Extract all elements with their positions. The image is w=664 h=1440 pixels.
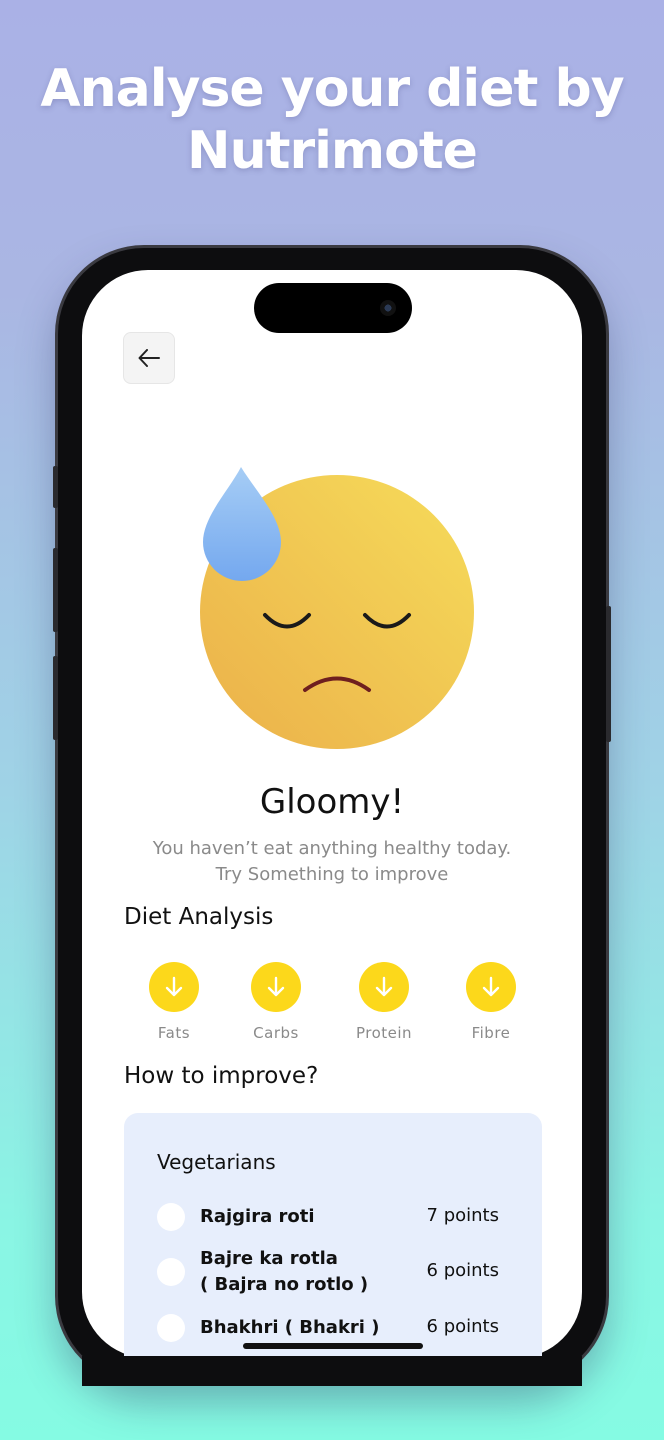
food-item-rajgira-roti[interactable]: Rajgira roti 7 points (157, 1202, 507, 1232)
phone-side-button (53, 548, 58, 632)
camera-icon (380, 300, 396, 316)
phone-side-button (53, 656, 58, 740)
nutrient-label: Fibre (471, 1024, 511, 1042)
back-button[interactable] (123, 332, 175, 384)
diet-analysis-list: Fats Carbs Protein Fibre (124, 962, 542, 1052)
nutrient-indicator (149, 962, 199, 1012)
arrow-left-icon (138, 349, 160, 367)
home-indicator[interactable] (243, 1343, 423, 1349)
food-points: 6 points (426, 1316, 499, 1337)
headline-line-2: Nutrimote (187, 121, 478, 181)
food-radio[interactable] (157, 1314, 185, 1342)
food-points: 7 points (426, 1205, 499, 1226)
food-radio[interactable] (157, 1258, 185, 1286)
nutrient-fats[interactable]: Fats (124, 962, 224, 1042)
downcast-face-with-sweat-icon (200, 467, 474, 749)
food-item-bajre-ka-rotla[interactable]: Bajre ka rotla ( Bajra no rotlo ) 6 poin… (157, 1246, 507, 1302)
diet-analysis-title: Diet Analysis (124, 904, 274, 930)
phone-side-button (606, 606, 611, 742)
phone-side-button (53, 466, 58, 508)
marketing-headline: Analyse your diet by Nutrimote (0, 58, 664, 182)
mood-title: Gloomy! (259, 782, 405, 822)
vegetarian-suggestions-card: Vegetarians Rajgira roti 7 points Bajre … (124, 1113, 542, 1373)
arrow-down-icon (482, 976, 500, 997)
nutrient-protein[interactable]: Protein (334, 962, 434, 1042)
arrow-down-icon (165, 976, 183, 997)
nutrient-label: Carbs (253, 1024, 299, 1042)
food-name: Bhakhri ( Bhakri ) (200, 1317, 380, 1338)
how-to-improve-title: How to improve? (124, 1063, 319, 1089)
nutrient-label: Fats (157, 1024, 191, 1042)
food-radio[interactable] (157, 1203, 185, 1231)
nutrient-carbs[interactable]: Carbs (226, 962, 326, 1042)
food-name: Bajre ka rotla (200, 1248, 338, 1269)
nutrient-indicator (466, 962, 516, 1012)
arrow-down-icon (375, 976, 393, 997)
nutrient-indicator (251, 962, 301, 1012)
nutrient-indicator (359, 962, 409, 1012)
card-title: Vegetarians (157, 1150, 276, 1174)
nutrient-label: Protein (355, 1024, 413, 1042)
arrow-down-icon (267, 976, 285, 997)
food-points: 6 points (426, 1260, 499, 1281)
food-name-alt: ( Bajra no rotlo ) (200, 1274, 369, 1295)
mood-description: You haven’t eat anything healthy today. … (152, 838, 512, 885)
nutrient-fibre[interactable]: Fibre (441, 962, 541, 1042)
food-item-bhakhri[interactable]: Bhakhri ( Bhakri ) 6 points (157, 1313, 507, 1343)
screen-bottom-mask (82, 1356, 582, 1386)
headline-line-1: Analyse your diet by (40, 59, 624, 119)
food-name: Rajgira roti (200, 1206, 315, 1227)
